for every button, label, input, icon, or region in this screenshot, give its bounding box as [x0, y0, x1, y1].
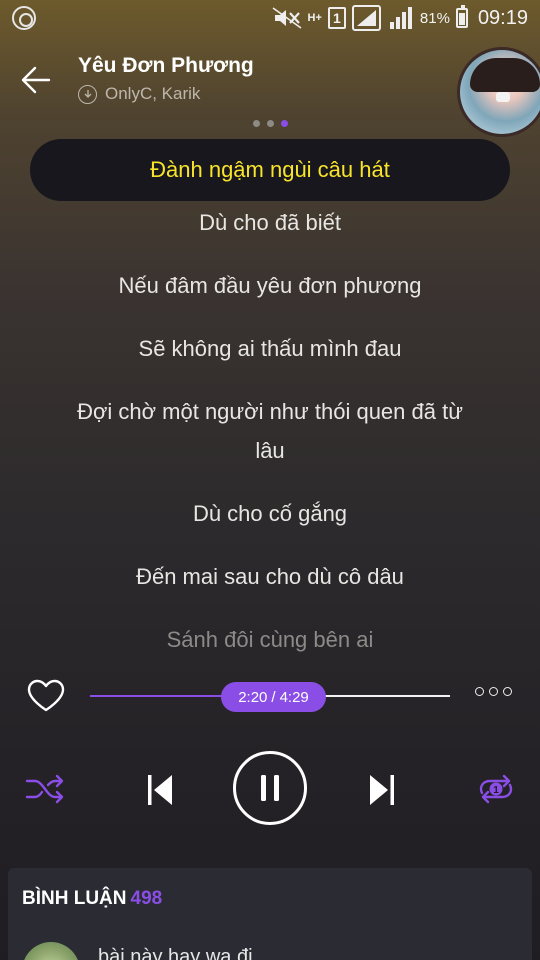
- comments-count: 498: [130, 888, 163, 909]
- lyric-line: Sánh đôi cùng bên ai: [166, 627, 374, 652]
- page-dot-active: [280, 120, 288, 127]
- repeat-one-icon: 1: [479, 774, 513, 804]
- signal-strength-icon: [351, 5, 382, 31]
- lyric-line: lâu: [255, 438, 285, 463]
- more-dot-icon: [503, 687, 512, 696]
- skip-next-icon: [370, 775, 394, 805]
- total-duration: 4:29: [279, 688, 309, 706]
- page-indicator: [0, 120, 540, 127]
- back-button[interactable]: [18, 62, 54, 98]
- shuffle-button[interactable]: [24, 768, 66, 810]
- lyric-line: Đến mai sau cho dù cô dâu: [136, 564, 404, 589]
- page-dot: [252, 120, 260, 127]
- more-options-button[interactable]: [475, 687, 512, 696]
- page-dot: [266, 120, 274, 127]
- commenter-avatar[interactable]: [22, 942, 80, 960]
- lyric-line: Nếu đâm đầu yêu đơn phương: [118, 273, 422, 298]
- current-lyric-line: Đành ngậm ngùi câu hát: [30, 139, 510, 201]
- sim-slot-indicator: 1: [327, 7, 346, 29]
- time-separator: /: [271, 688, 276, 706]
- skip-previous-icon: [148, 775, 172, 805]
- lyric-line: Đợi chờ một người như thói quen đã từ: [77, 399, 463, 424]
- elapsed-time: 2:20: [238, 688, 268, 706]
- progress-thumb[interactable]: 2:20 / 4:29: [221, 682, 326, 712]
- comments-title: BÌNH LUẬN: [22, 888, 127, 909]
- repeat-one-button[interactable]: 1: [475, 768, 517, 810]
- signal-strength-icon-2: [388, 6, 414, 30]
- comments-header[interactable]: BÌNH LUẬN 498: [22, 888, 162, 910]
- lyric-line: Dù cho đã biết: [199, 210, 341, 235]
- battery-icon: [455, 5, 468, 28]
- comments-panel: BÌNH LUẬN 498 bài này hay wa đi: [8, 868, 532, 960]
- lyric-line: Sẽ không ai thấu mình đau: [138, 336, 402, 361]
- download-icon[interactable]: [78, 84, 97, 104]
- like-button[interactable]: [26, 678, 66, 714]
- artist-row[interactable]: OnlyC, Karik: [78, 84, 200, 104]
- battery-percentage: 81%: [419, 9, 450, 27]
- more-dot-icon: [489, 687, 498, 696]
- heart-icon: [27, 679, 65, 712]
- previous-button[interactable]: [140, 768, 180, 812]
- network-type-indicator: H+: [307, 12, 322, 24]
- lyric-line: Dù cho cố gắng: [192, 501, 348, 526]
- repeat-badge: 1: [493, 785, 499, 796]
- clock: 09:19: [477, 6, 528, 29]
- mute-icon: [272, 6, 302, 30]
- pause-icon: [261, 775, 279, 801]
- shuffle-icon: [25, 774, 64, 804]
- comment-text: bài này hay wa đi: [98, 946, 253, 960]
- song-title: Yêu Đơn Phương: [78, 54, 254, 77]
- more-dot-icon: [475, 687, 484, 696]
- artist-names[interactable]: OnlyC, Karik: [105, 84, 200, 104]
- pause-button[interactable]: [233, 751, 307, 825]
- status-bar: H+ 1 81% 09:19: [0, 0, 540, 36]
- app-notification-icon: [12, 6, 36, 30]
- player-header: Yêu Đơn Phương OnlyC, Karik: [0, 44, 540, 137]
- next-button[interactable]: [362, 768, 402, 812]
- arrow-left-icon: [21, 66, 51, 94]
